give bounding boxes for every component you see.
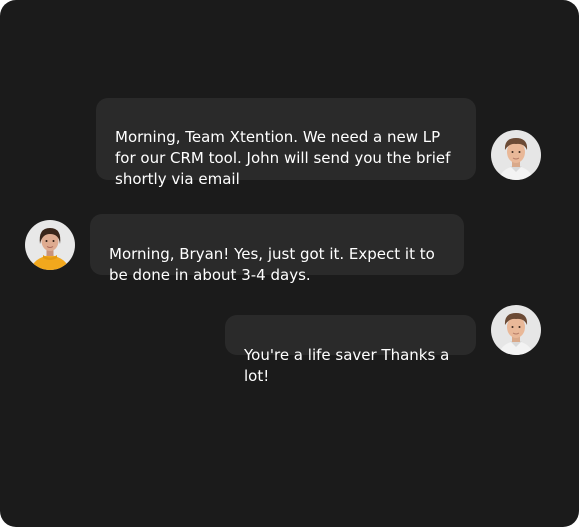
chat-message-bubble: Morning, Bryan! Yes, just got it. Expect… [90, 214, 464, 284]
avatar[interactable] [491, 305, 541, 355]
avatar[interactable] [25, 220, 75, 270]
chat-message-text: Morning, Bryan! Yes, just got it. Expect… [109, 245, 435, 284]
male-avatar-icon [491, 130, 541, 180]
chat-message-bubble: Morning, Team Xtention. We need a new LP… [96, 98, 476, 188]
chat-message-bubble: You're a life saver Thanks a lot! [225, 315, 476, 385]
chat-panel: Morning, Team Xtention. We need a new LP… [0, 0, 579, 527]
chat-message-text: You're a life saver Thanks a lot! [244, 346, 450, 385]
female-avatar-icon [25, 220, 75, 270]
avatar[interactable] [491, 130, 541, 180]
male-avatar-icon [491, 305, 541, 355]
chat-message-text: Morning, Team Xtention. We need a new LP… [115, 128, 451, 188]
